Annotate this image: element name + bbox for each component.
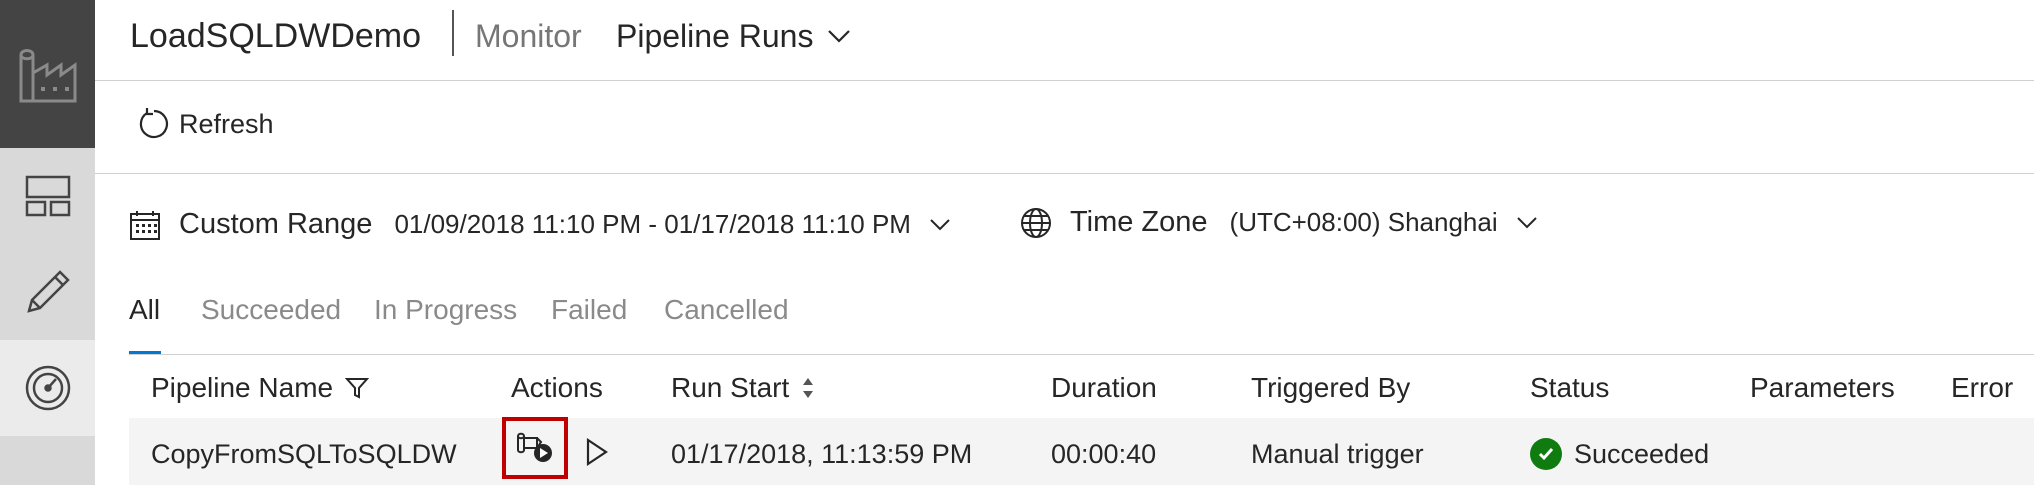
column-header-run-start[interactable]: Run Start [671, 366, 815, 410]
dashboard-icon [25, 175, 70, 217]
tab-in-progress[interactable]: In Progress [374, 290, 517, 330]
timezone-label: Time Zone [1070, 206, 1208, 238]
chevron-down-icon [930, 219, 950, 231]
date-range-dropdown[interactable]: 01/09/2018 11:10 PM - 01/17/2018 11:10 P… [394, 209, 951, 240]
duration-cell: 00:00:40 [1051, 439, 1157, 469]
chevron-down-icon [1516, 217, 1537, 229]
status-text: Succeeded [1574, 439, 1710, 469]
status-tabs: All Succeeded In Progress Failed Cancell… [129, 290, 2034, 354]
factory-name[interactable]: LoadSQLDWDemo [130, 14, 421, 58]
column-header-pipeline-name[interactable]: Pipeline Name [151, 366, 370, 410]
column-header-status: Status [1530, 372, 1610, 403]
column-header-actions: Actions [511, 372, 603, 403]
factory-icon [19, 49, 76, 103]
custom-range-label: Custom Range [179, 208, 373, 240]
sidebar-item-author[interactable] [0, 244, 95, 340]
header-separator [452, 10, 454, 56]
breadcrumb-monitor[interactable]: Monitor [475, 14, 582, 58]
sidebar-item-overview[interactable] [0, 148, 95, 244]
column-header-triggered-by: Triggered By [1251, 372, 1411, 403]
page-title: Pipeline Runs [616, 18, 814, 54]
sidebar-item-monitor[interactable] [0, 340, 95, 436]
run-start-cell: 01/17/2018, 11:13:59 PM [671, 439, 973, 469]
status-cell: Succeeded [1530, 434, 1709, 474]
calendar-icon [130, 210, 160, 240]
sort-icon[interactable] [801, 376, 815, 400]
play-icon [586, 437, 608, 467]
date-range-value: 01/09/2018 11:10 PM - 01/17/2018 11:10 P… [394, 209, 911, 239]
custom-range-filter: Custom Range 01/09/2018 11:10 PM - 01/17… [129, 208, 951, 241]
toolbar: Refresh [95, 81, 2034, 174]
rerun-pipeline-button[interactable] [585, 437, 609, 472]
column-header-duration: Duration [1051, 372, 1157, 403]
page-title-dropdown[interactable]: Pipeline Runs [616, 14, 851, 58]
tab-cancelled[interactable]: Cancelled [664, 290, 789, 330]
timezone-value: (UTC+08:00) Shanghai [1229, 207, 1498, 237]
header-bar: LoadSQLDWDemo Monitor Pipeline Runs [95, 0, 2034, 81]
column-header-error: Error [1951, 372, 2014, 403]
timezone-dropdown[interactable]: (UTC+08:00) Shanghai [1230, 207, 1538, 238]
view-activity-runs-button[interactable] [502, 417, 568, 479]
table-header: Pipeline Name Actions Run Start Duration… [129, 366, 2034, 414]
timezone-filter: Time Zone (UTC+08:00) Shanghai [1020, 206, 1538, 239]
pencil-icon [26, 270, 70, 313]
refresh-button[interactable]: Refresh [137, 107, 274, 141]
table-row[interactable]: CopyFromSQLToSQLDW 01/17/2018, 11:13:59 … [129, 418, 2034, 485]
left-rail [0, 0, 95, 485]
tab-all[interactable]: All [129, 290, 160, 330]
filter-icon[interactable] [345, 376, 370, 400]
activity-runs-icon [517, 432, 552, 462]
refresh-label: Refresh [179, 108, 274, 139]
column-header-parameters: Parameters [1750, 372, 1895, 403]
tab-succeeded[interactable]: Succeeded [201, 290, 341, 330]
monitor-gauge-icon [25, 365, 70, 411]
factory-home-button[interactable] [0, 0, 95, 148]
success-check-icon [1530, 438, 1562, 470]
pipeline-name-cell[interactable]: CopyFromSQLToSQLDW [151, 434, 457, 474]
triggered-by-cell: Manual trigger [1251, 439, 1424, 469]
tab-failed[interactable]: Failed [551, 290, 627, 330]
refresh-icon [139, 108, 169, 139]
chevron-down-icon [828, 30, 851, 43]
globe-icon [1021, 207, 1051, 238]
tabs-divider [129, 354, 2034, 355]
